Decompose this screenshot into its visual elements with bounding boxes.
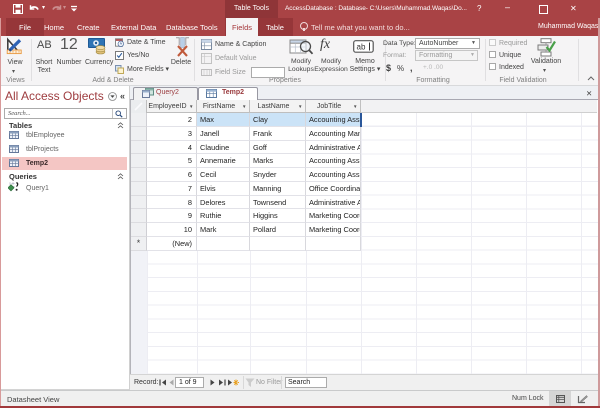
svg-text:ab: ab — [357, 43, 366, 52]
